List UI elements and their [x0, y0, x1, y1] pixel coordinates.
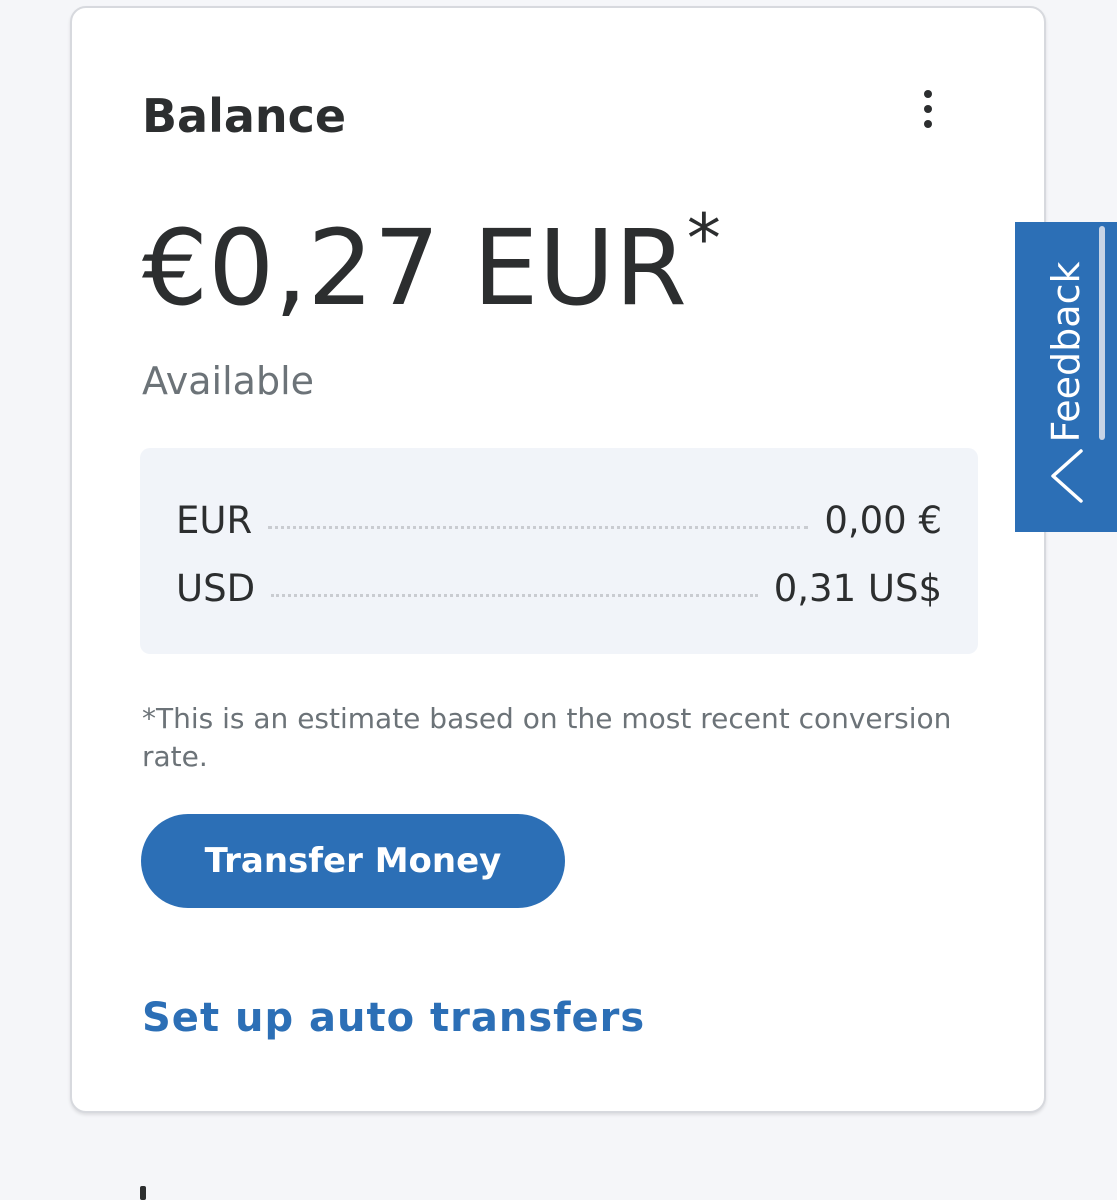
- available-label: Available: [142, 359, 315, 403]
- auto-transfers-link[interactable]: Set up auto transfers: [142, 990, 645, 1046]
- estimate-asterisk: *: [686, 199, 721, 279]
- transfer-money-button[interactable]: Transfer Money: [141, 814, 565, 908]
- currency-code: EUR: [176, 499, 253, 542]
- balance-amount: €0,27 EUR*: [142, 205, 721, 329]
- balance-amount-value: €0,27 EUR: [142, 207, 687, 329]
- next-section-heading-peek: [140, 1186, 200, 1200]
- dotted-leader: [271, 594, 758, 597]
- conversion-footnote: *This is an estimate based on the most r…: [142, 702, 952, 773]
- balance-title: Balance: [142, 89, 347, 143]
- currency-row-eur: EUR 0,00 €: [176, 496, 942, 546]
- currency-value: 0,00 €: [824, 499, 942, 542]
- kebab-dot: [924, 90, 932, 98]
- kebab-dot: [924, 120, 932, 128]
- scrollbar-thumb[interactable]: [1099, 226, 1105, 440]
- currency-value: 0,31 US$: [773, 567, 942, 610]
- feedback-label: Feedback: [1044, 261, 1088, 443]
- currency-row-usd: USD 0,31 US$: [176, 564, 942, 614]
- currency-code: USD: [176, 567, 256, 610]
- kebab-dot: [924, 105, 932, 113]
- balance-card: Balance €0,27 EUR* Available EUR 0,00 € …: [70, 6, 1046, 1113]
- currency-breakdown: EUR 0,00 € USD 0,31 US$: [140, 448, 978, 654]
- dotted-leader: [268, 526, 809, 529]
- chevron-left-icon: [1051, 449, 1083, 503]
- more-options-icon[interactable]: [910, 84, 946, 134]
